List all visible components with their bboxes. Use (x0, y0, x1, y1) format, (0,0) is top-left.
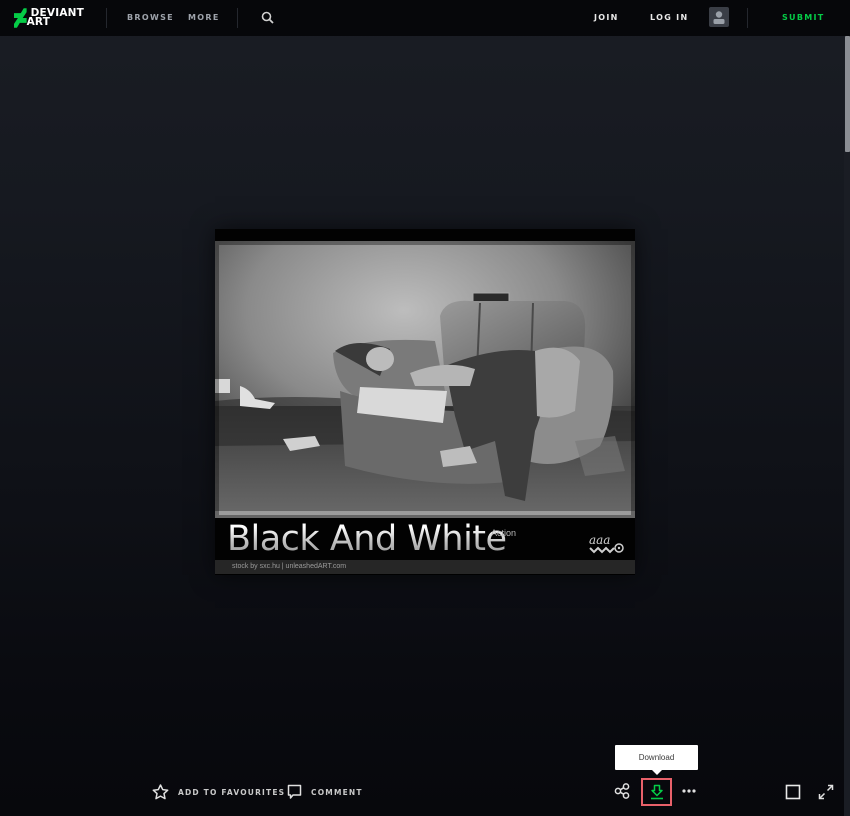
svg-text:aaa: aaa (589, 533, 610, 547)
download-tooltip: Download (615, 745, 698, 775)
top-navigation-bar: DEVIANT ART BROWSE MORE JOIN LOG IN SUBM… (0, 0, 850, 36)
deviantart-logo-icon (14, 8, 27, 28)
nav-divider (747, 8, 748, 28)
nav-divider (237, 8, 238, 28)
artwork-subtitle: Action (491, 528, 517, 538)
share-icon (614, 783, 630, 799)
artwork-credits: stock by sxc.hu | unleashedART.com (215, 560, 635, 574)
add-to-favourites-label: ADD TO FAVOURITES (178, 787, 286, 797)
logo-line-2: ART (26, 16, 51, 28)
fit-view-button[interactable] (785, 784, 801, 800)
avatar[interactable] (709, 7, 729, 27)
download-button[interactable] (641, 778, 672, 806)
more-options-button[interactable] (681, 786, 697, 796)
search-icon[interactable] (261, 11, 274, 29)
submit-link[interactable]: SUBMIT (782, 13, 825, 22)
scrollbar-thumb[interactable] (845, 36, 850, 152)
comment-label: COMMENT (311, 787, 363, 797)
join-link[interactable]: JOIN (594, 13, 619, 22)
star-icon (152, 784, 169, 800)
more-horizontal-icon (682, 789, 696, 793)
comment-button[interactable]: COMMENT (287, 784, 363, 800)
download-icon (650, 784, 663, 800)
deviantart-logo[interactable]: DEVIANT ART (14, 7, 84, 29)
expand-icon (818, 784, 834, 800)
fullscreen-button[interactable] (818, 784, 834, 800)
comment-icon (287, 784, 302, 799)
login-link[interactable]: LOG IN (650, 13, 688, 22)
artwork-badge-icon: aaa (587, 530, 625, 561)
artwork-title: Black And White (227, 519, 507, 559)
artwork-image[interactable]: Black And White Action aaa stock by sxc.… (215, 229, 635, 575)
nav-divider (106, 8, 107, 28)
artwork-top-border (215, 229, 635, 241)
scrollbar-track[interactable] (844, 36, 850, 816)
user-icon (713, 11, 725, 24)
nav-more[interactable]: MORE (188, 13, 220, 22)
logo-wordmark: DEVIANT ART (27, 8, 84, 28)
share-button[interactable] (614, 783, 630, 799)
nav-browse[interactable]: BROWSE (127, 13, 174, 22)
square-icon (785, 784, 801, 800)
add-to-favourites-button[interactable]: ADD TO FAVOURITES (152, 784, 285, 800)
